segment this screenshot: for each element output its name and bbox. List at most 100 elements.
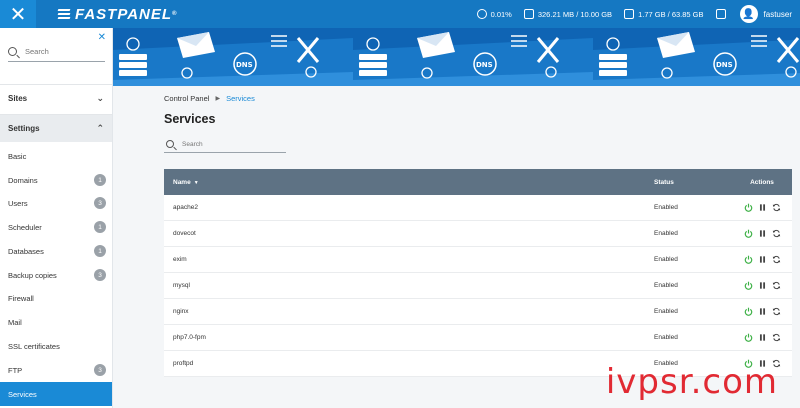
service-status: Enabled — [654, 204, 678, 211]
power-icon[interactable] — [744, 203, 753, 212]
sidebar-item-firewall[interactable]: Firewall — [0, 286, 112, 310]
pause-icon[interactable] — [758, 333, 767, 342]
status-column-header: Status — [654, 178, 674, 186]
fastpanel-logo[interactable]: FASTPANEL ® — [57, 6, 177, 23]
actions-column-header: Actions — [750, 178, 774, 186]
service-name: proftpd — [173, 360, 194, 367]
sidebar: ✕ Sites ⌄ Settings ⌃ Basic Domains1 User… — [0, 28, 113, 408]
table-row: exim Enabled — [164, 247, 792, 273]
sidebar-item-ssl-certificates[interactable]: SSL certificates — [0, 334, 112, 358]
sidebar-group-settings[interactable]: Settings ⌃ — [0, 114, 112, 142]
table-row: php7.0-fpm Enabled — [164, 325, 792, 351]
count-badge: 1 — [94, 245, 106, 257]
count-badge: 3 — [94, 269, 106, 281]
row-actions — [732, 281, 792, 290]
count-badge: 3 — [94, 197, 106, 209]
memory-stat: 326.21 MB / 10.00 GB — [523, 9, 612, 19]
memory-icon — [523, 9, 534, 19]
table-row: nginx Enabled — [164, 299, 792, 325]
service-name: apache2 — [173, 204, 198, 211]
chevron-up-icon: ⌃ — [96, 123, 104, 134]
restart-icon[interactable] — [772, 229, 781, 238]
sidebar-search — [8, 42, 105, 62]
close-icon: ✕ — [9, 2, 27, 26]
breadcrumb-root-link[interactable]: Control Panel — [164, 94, 209, 103]
power-icon[interactable] — [744, 333, 753, 342]
pause-icon[interactable] — [758, 307, 767, 316]
chevron-down-icon: ⌄ — [96, 93, 104, 104]
sidebar-item-scheduler[interactable]: Scheduler 1 — [0, 215, 112, 239]
breadcrumb-current: Services — [226, 94, 255, 103]
row-actions — [732, 255, 792, 264]
sidebar-item-backup-copies[interactable]: Backup copies 3 — [0, 263, 112, 287]
breadcrumb-separator-icon: ▶ — [215, 96, 221, 102]
sort-caret-icon: ▼ — [193, 179, 199, 186]
row-actions — [732, 307, 792, 316]
service-status: Enabled — [654, 230, 678, 237]
search-icon — [166, 140, 174, 148]
count-badge: 1 — [94, 174, 106, 186]
pause-icon[interactable] — [758, 255, 767, 264]
sidebar-item-databases[interactable]: Databases 1 — [0, 239, 112, 263]
page-title: Services — [164, 112, 216, 126]
table-row: mysql Enabled — [164, 273, 792, 299]
top-bar: ✕ FASTPANEL ® 0.01% 326.21 MB / 10.00 GB … — [0, 0, 800, 28]
sidebar-item-users[interactable]: Users 3 — [0, 191, 112, 215]
power-icon[interactable] — [744, 229, 753, 238]
service-status: Enabled — [654, 334, 678, 341]
sidebar-item-basic[interactable]: Basic — [0, 144, 112, 168]
disk-stat: 1.77 GB / 63.85 GB — [624, 9, 704, 19]
table-header: Name ▼ Status Actions — [164, 169, 792, 195]
sidebar-item-mail[interactable]: Mail — [0, 310, 112, 334]
service-status: Enabled — [654, 282, 678, 289]
table-row: apache2 Enabled — [164, 195, 792, 221]
decorative-banner: DNS — [113, 28, 800, 86]
row-actions — [732, 203, 792, 212]
disk-icon — [624, 9, 635, 19]
banner-illustration: DNS — [113, 28, 800, 86]
power-icon[interactable] — [744, 255, 753, 264]
service-name: exim — [173, 256, 187, 263]
pause-icon[interactable] — [758, 229, 767, 238]
sidebar-item-domains[interactable]: Domains 1 — [0, 168, 112, 192]
pause-icon[interactable] — [758, 203, 767, 212]
breadcrumb: Control Panel ▶ Services — [164, 94, 255, 103]
service-name: mysql — [173, 282, 190, 289]
restart-icon[interactable] — [772, 333, 781, 342]
services-table: Name ▼ Status Actions apache2 Enabled dov… — [164, 169, 792, 377]
count-badge: 1 — [94, 221, 106, 233]
services-search — [164, 136, 286, 153]
table-row: dovecot Enabled — [164, 221, 792, 247]
services-search-input[interactable] — [182, 140, 277, 148]
username: fastuser — [763, 9, 792, 19]
cpu-icon — [476, 9, 487, 19]
restart-icon[interactable] — [772, 281, 781, 290]
user-avatar-icon: 👤 — [739, 5, 758, 23]
service-status: Enabled — [654, 308, 678, 315]
user-menu[interactable]: 👤 fastuser — [739, 5, 792, 23]
server-info-button[interactable] — [715, 9, 726, 19]
service-name: dovecot — [173, 230, 196, 237]
sidebar-group-sites[interactable]: Sites ⌄ — [0, 84, 112, 112]
power-icon[interactable] — [744, 281, 753, 290]
restart-icon[interactable] — [772, 307, 781, 316]
watermark: ivpsr.com — [605, 362, 778, 402]
main-content: Control Panel ▶ Services Services Name▼ … — [113, 86, 800, 408]
search-icon — [8, 47, 17, 56]
sidebar-item-ftp[interactable]: FTP 3 — [0, 358, 112, 382]
restart-icon[interactable] — [772, 203, 781, 212]
cpu-stat: 0.01% — [476, 9, 512, 19]
pause-icon[interactable] — [758, 281, 767, 290]
restart-icon[interactable] — [772, 255, 781, 264]
logo-mark-icon — [57, 9, 71, 19]
close-menu-button[interactable]: ✕ — [0, 0, 36, 28]
name-column-header[interactable]: Name ▼ — [164, 179, 654, 186]
service-name: nginx — [173, 308, 189, 315]
server-stats: 0.01% 326.21 MB / 10.00 GB 1.77 GB / 63.… — [476, 9, 738, 19]
service-name: php7.0-fpm — [173, 334, 206, 341]
power-icon[interactable] — [744, 307, 753, 316]
sidebar-search-input[interactable] — [25, 47, 95, 56]
service-status: Enabled — [654, 256, 678, 263]
row-actions — [732, 333, 792, 342]
sidebar-item-services[interactable]: Services — [0, 382, 112, 406]
